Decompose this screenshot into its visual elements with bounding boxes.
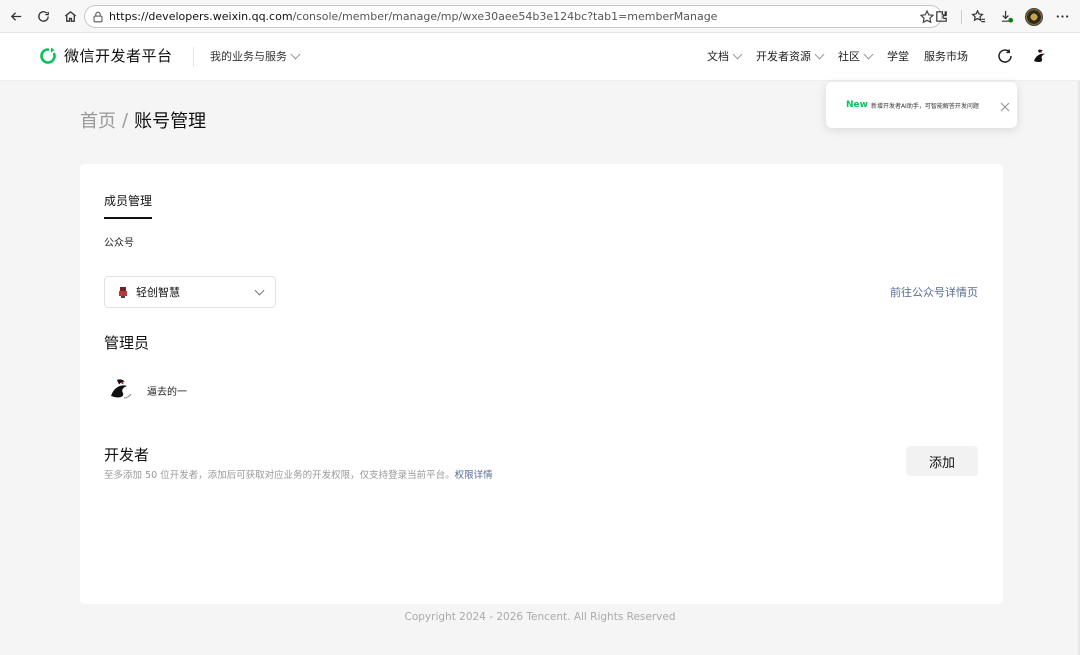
nav-academy-label: 学堂 (887, 50, 909, 63)
admin-avatar (104, 372, 138, 406)
browser-actions (929, 0, 1080, 33)
nav-docs-label: 文档 (707, 50, 729, 63)
tab-member-management[interactable]: 成员管理 (104, 192, 153, 219)
permission-detail-link[interactable]: 权限详情 (455, 470, 493, 481)
account-logo-icon (119, 287, 127, 298)
message-icon[interactable] (994, 45, 1016, 67)
copyright: Copyright 2024 - 2026 Tencent. All Right… (404, 611, 676, 623)
nav-academy[interactable]: 学堂 (887, 48, 909, 64)
favorites-icon[interactable] (966, 5, 990, 29)
wechat-dev-logo-icon (40, 47, 56, 64)
my-business-menu[interactable]: 我的业务与服务 (210, 48, 301, 64)
breadcrumb-separator: / (122, 109, 129, 131)
chevron-down-icon (814, 49, 825, 59)
add-developer-button[interactable]: 添加 (906, 446, 978, 476)
page-title: 账号管理 (134, 111, 207, 132)
nav-dev-resources-label: 开发者资源 (756, 50, 811, 63)
reload-icon[interactable] (32, 5, 54, 27)
breadcrumb-home[interactable]: 首页 (80, 107, 116, 133)
account-type-label: 公众号 (104, 238, 134, 249)
nav-docs[interactable]: 文档 (707, 48, 743, 64)
close-icon[interactable] (999, 98, 1011, 112)
developer-description: 至多添加 50 位开发者，添加后可获取对应业务的开发权限，仅支持登录当前平台。权… (104, 467, 493, 481)
ai-assistant-toast[interactable]: New 新增开发者AI助手，可智能解答开发问题 (826, 82, 1017, 128)
admin-name: 逼去的一 (147, 387, 187, 398)
profile-avatar (1025, 7, 1043, 26)
downloads-icon[interactable] (994, 5, 1018, 29)
user-avatar[interactable] (1028, 44, 1052, 68)
account-select[interactable]: 轻创智慧 (104, 276, 276, 308)
top-navigation: 微信开发者平台 我的业务与服务 文档 开发者资源 社区 学堂 服务市场 (0, 33, 1080, 81)
extensions-icon[interactable] (929, 5, 953, 29)
url-host: https://developers.weixin.qq.com (109, 10, 293, 23)
nav-community-label: 社区 (838, 50, 860, 63)
developer-description-text: 至多添加 50 位开发者，添加后可获取对应业务的开发权限，仅支持登录当前平台。 (104, 470, 455, 481)
chevron-down-icon (254, 285, 265, 296)
toast-text: 新增开发者AI助手，可智能解答开发问题 (870, 102, 979, 110)
nav-links: 文档 开发者资源 社区 学堂 服务市场 (692, 48, 968, 64)
chevron-down-icon (290, 49, 301, 59)
chevron-down-icon (863, 49, 874, 59)
url-text: https://developers.weixin.qq.com/console… (109, 10, 717, 23)
new-badge: New (846, 100, 868, 110)
chevron-down-icon (732, 49, 743, 59)
account-name: 轻创智慧 (136, 286, 180, 299)
back-icon[interactable] (5, 5, 27, 27)
breadcrumb: 首页 / 账号管理 (80, 107, 206, 133)
logo-text: 微信开发者平台 (64, 47, 173, 65)
user-avatar-image (1028, 44, 1052, 68)
profile-icon[interactable] (1022, 5, 1046, 29)
toolbar-divider (961, 9, 962, 24)
url-path: /console/member/manage/mp/wxe30aee54b3e1… (292, 10, 718, 23)
nav-market[interactable]: 服务市场 (924, 48, 968, 64)
browser-toolbar: https://developers.weixin.qq.com/console… (0, 0, 1080, 33)
admin-heading: 管理员 (104, 334, 150, 352)
nav-divider (193, 47, 194, 67)
developer-heading: 开发者 (104, 446, 150, 464)
nav-dev-resources[interactable]: 开发者资源 (756, 48, 825, 64)
nav-community[interactable]: 社区 (838, 48, 874, 64)
site-info-icon[interactable] (91, 10, 105, 24)
nav-market-label: 服务市场 (924, 50, 968, 63)
more-icon[interactable] (1050, 5, 1074, 29)
account-detail-link[interactable]: 前往公众号详情页 (890, 284, 978, 300)
my-business-label: 我的业务与服务 (210, 50, 287, 63)
member-management-card: 成员管理 公众号 轻创智慧 前往公众号详情页 管理员 逼去的一 开发者 至多添加… (80, 164, 1003, 604)
address-bar[interactable]: https://developers.weixin.qq.com/console… (84, 5, 942, 28)
platform-logo[interactable]: 微信开发者平台 (38, 45, 173, 66)
home-icon[interactable] (59, 5, 81, 27)
